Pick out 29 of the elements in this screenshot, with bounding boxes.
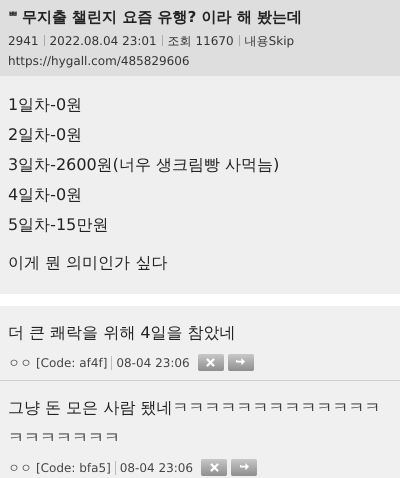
reply-arrow-icon [238,463,250,472]
post-line: 2일차-0원 [8,124,84,146]
reply-button[interactable] [228,354,254,371]
comment-text: 그냥 돈 모은 사람 됐네ㅋㅋㅋㅋㅋㅋㅋㅋㅋㅋㅋㅋㅋㅋㅋㅋㅋㅋㅋㅋ [8,396,382,448]
post-line: 3일차-2600원(너우 생크림빵 사먹늠) [8,154,280,176]
post-line: 이게 뭔 의미인가 싶다 [8,252,168,274]
post-meta: 2022.08.04 23:01 [50,32,157,50]
post-url[interactable]: https://hygall.com/485829606 [8,52,392,70]
category-label: ᄈ [8,9,18,25]
comment-code: [Code: bfa5] [36,460,111,476]
delete-button[interactable] [201,459,228,476]
reply-arrow-icon [235,358,246,367]
post-title: 무지출 챌린지 요즘 유행? 이라 해 봤는데 [22,7,302,28]
delete-button[interactable] [198,354,224,371]
comment-code: [Code: af4f] [36,354,108,372]
close-icon [206,358,216,367]
comment-time: 08-04 23:06 [116,354,190,372]
comment-text: 더 큰 쾌락을 위해 4일을 참았네 [8,322,237,344]
comment-author: ㅇㅇ [8,354,32,372]
post-meta: 조회 11670 [168,32,234,50]
post-line: 1일차-0원 [8,94,84,116]
reply-button[interactable] [231,459,258,476]
post-line: 4일차-0원 [8,184,84,206]
comment-author: ㅇㅇ [8,460,32,476]
close-icon [210,463,219,472]
post-meta: 내용Skip [244,32,294,50]
post-line: 5일차-15만원 [8,214,110,236]
post-meta: 2941 [8,32,39,50]
comment-time: 08-04 23:06 [120,460,194,476]
